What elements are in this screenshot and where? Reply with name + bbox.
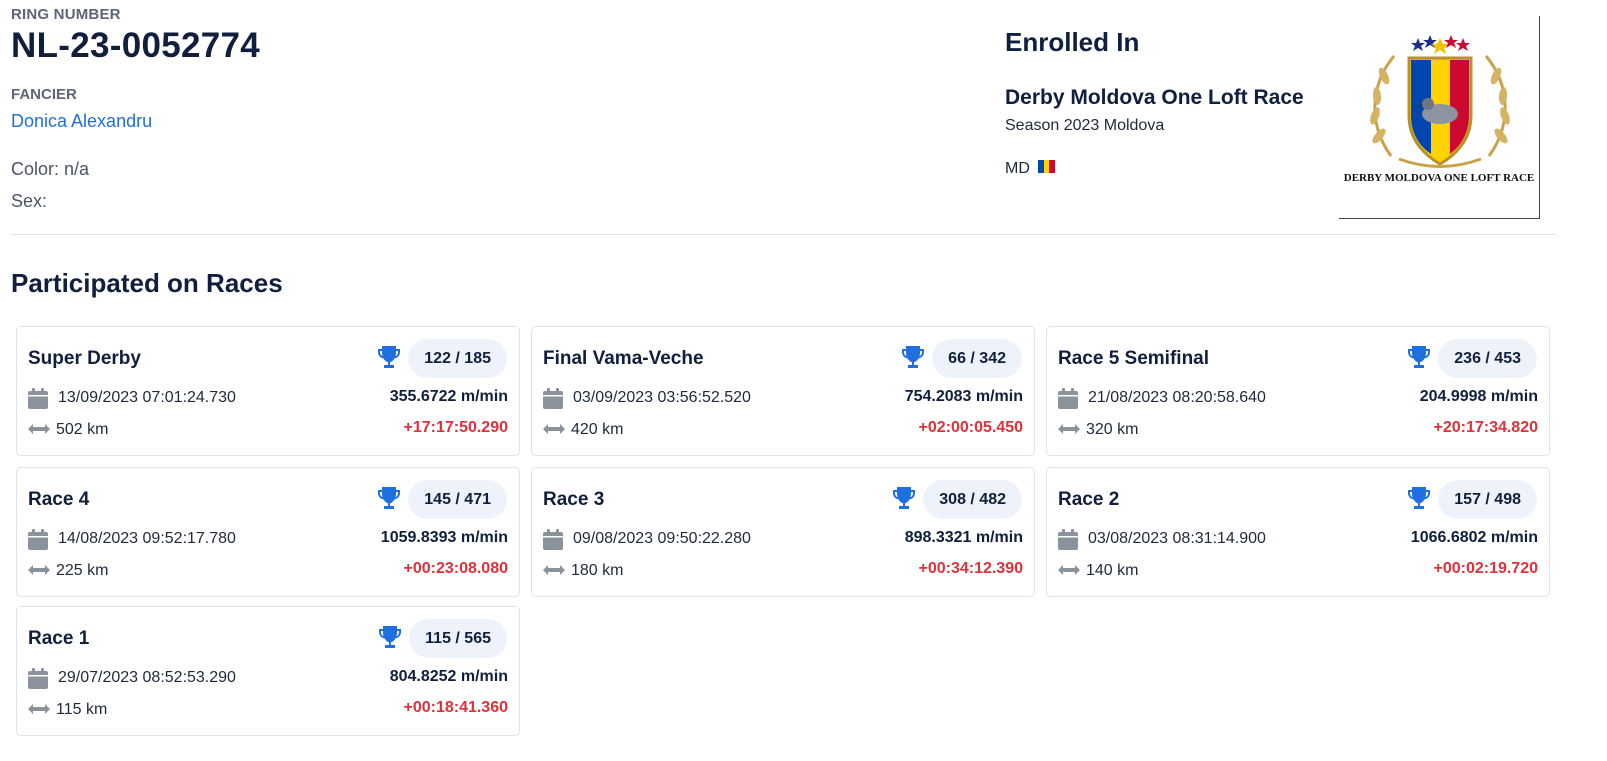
- rank-badge: 122 / 185: [408, 339, 507, 378]
- distance-arrows-icon: [27, 702, 51, 716]
- header-divider: [11, 234, 1556, 235]
- calendar-icon: [543, 388, 563, 409]
- race-distance: 115 km: [56, 701, 108, 718]
- race-datetime: 13/09/2023 07:01:24.730: [58, 389, 236, 406]
- logo-caption: DERBY MOLDOVA ONE LOFT RACE: [1343, 172, 1535, 184]
- color-info: Color: n/a: [11, 159, 90, 179]
- race-datetime: 29/07/2023 08:52:53.290: [58, 669, 236, 686]
- race-speed: 355.6722 m/min: [389, 388, 508, 405]
- race-logo: DERBY MOLDOVA ONE LOFT RACE: [1339, 16, 1540, 219]
- race-speed: 898.3321 m/min: [904, 529, 1023, 546]
- race-card[interactable]: Race 3 308 / 482 09/08/2023 09:50:22.280…: [531, 467, 1035, 597]
- trophy-icon: [1406, 344, 1432, 370]
- race-speed: 204.9998 m/min: [1419, 388, 1538, 405]
- race-distance: 320 km: [1086, 421, 1139, 438]
- distance-arrows-icon: [27, 422, 51, 436]
- trophy-icon: [891, 485, 917, 511]
- enrolled-country: MD: [1005, 159, 1055, 178]
- section-title: Participated on Races: [11, 268, 283, 298]
- race-name: Race 3: [543, 489, 605, 510]
- race-name: Final Vama-Veche: [543, 348, 704, 369]
- race-card[interactable]: Final Vama-Veche 66 / 342 03/09/2023 03:…: [531, 326, 1035, 456]
- distance-arrows-icon: [1057, 422, 1081, 436]
- trophy-icon: [1406, 485, 1432, 511]
- enrolled-race-name: Derby Moldova One Loft Race: [1005, 86, 1304, 109]
- race-card[interactable]: Race 4 145 / 471 14/08/2023 09:52:17.780…: [16, 467, 520, 597]
- trophy-icon: [376, 344, 402, 370]
- race-distance: 140 km: [1086, 562, 1139, 579]
- race-speed: 804.8252 m/min: [389, 668, 508, 685]
- rank-badge: 145 / 471: [408, 480, 507, 519]
- race-datetime: 09/08/2023 09:50:22.280: [573, 530, 751, 547]
- race-name: Super Derby: [28, 348, 141, 369]
- race-distance: 420 km: [571, 421, 624, 438]
- distance-arrows-icon: [542, 563, 566, 577]
- calendar-icon: [28, 529, 48, 550]
- ring-number: NL-23-0052774: [11, 26, 261, 65]
- enrolled-title: Enrolled In: [1005, 27, 1140, 57]
- race-card[interactable]: Race 5 Semifinal 236 / 453 21/08/2023 08…: [1046, 326, 1550, 456]
- rank-badge: 308 / 482: [923, 480, 1022, 519]
- moldova-flag-icon: [1037, 159, 1055, 173]
- race-name: Race 5 Semifinal: [1058, 348, 1210, 369]
- race-datetime: 14/08/2023 09:52:17.780: [58, 530, 236, 547]
- race-speed: 1066.6802 m/min: [1410, 529, 1538, 546]
- race-distance: 502 km: [56, 421, 109, 438]
- sex-info: Sex:: [11, 191, 48, 211]
- race-name: Race 2: [1058, 489, 1120, 510]
- race-distance: 225 km: [56, 562, 109, 579]
- time-difference: +00:23:08.080: [403, 560, 508, 577]
- time-difference: +02:00:05.450: [918, 419, 1023, 436]
- time-difference: +20:17:34.820: [1433, 419, 1538, 436]
- rank-badge: 115 / 565: [409, 619, 507, 658]
- fancier-label: FANCIER: [11, 86, 77, 103]
- calendar-icon: [1058, 388, 1078, 409]
- time-difference: +00:18:41.360: [403, 699, 508, 716]
- fancier-name-link[interactable]: Donica Alexandru: [11, 111, 152, 132]
- race-datetime: 03/08/2023 08:31:14.900: [1088, 530, 1266, 547]
- race-name: Race 4: [28, 489, 90, 510]
- derby-emblem-icon: [1370, 35, 1510, 168]
- rank-badge: 157 / 498: [1438, 480, 1537, 519]
- race-speed: 1059.8393 m/min: [380, 529, 508, 546]
- enrolled-season: Season 2023 Moldova: [1005, 117, 1165, 134]
- flag-stripe: [1049, 159, 1055, 173]
- race-speed: 754.2083 m/min: [904, 388, 1023, 405]
- calendar-icon: [1058, 529, 1078, 550]
- race-card[interactable]: Race 2 157 / 498 03/08/2023 08:31:14.900…: [1046, 467, 1550, 597]
- trophy-icon: [900, 344, 926, 370]
- race-datetime: 21/08/2023 08:20:58.640: [1088, 389, 1266, 406]
- race-name: Race 1: [28, 628, 90, 649]
- time-difference: +00:02:19.720: [1433, 560, 1538, 577]
- distance-arrows-icon: [1057, 563, 1081, 577]
- trophy-icon: [377, 624, 403, 650]
- race-distance: 180 km: [571, 562, 624, 579]
- trophy-icon: [376, 485, 402, 511]
- calendar-icon: [28, 668, 48, 689]
- rank-badge: 66 / 342: [932, 339, 1022, 378]
- rank-badge: 236 / 453: [1438, 339, 1537, 378]
- time-difference: +17:17:50.290: [403, 419, 508, 436]
- race-card[interactable]: Super Derby 122 / 185 13/09/2023 07:01:2…: [16, 326, 520, 456]
- race-card[interactable]: Race 1 115 / 565 29/07/2023 08:52:53.290…: [16, 606, 520, 736]
- distance-arrows-icon: [27, 563, 51, 577]
- ring-number-label: RING NUMBER: [11, 6, 121, 23]
- distance-arrows-icon: [542, 422, 566, 436]
- race-datetime: 03/09/2023 03:56:52.520: [573, 389, 751, 406]
- calendar-icon: [28, 388, 48, 409]
- country-code: MD: [1005, 160, 1030, 177]
- calendar-icon: [543, 529, 563, 550]
- time-difference: +00:34:12.390: [918, 560, 1023, 577]
